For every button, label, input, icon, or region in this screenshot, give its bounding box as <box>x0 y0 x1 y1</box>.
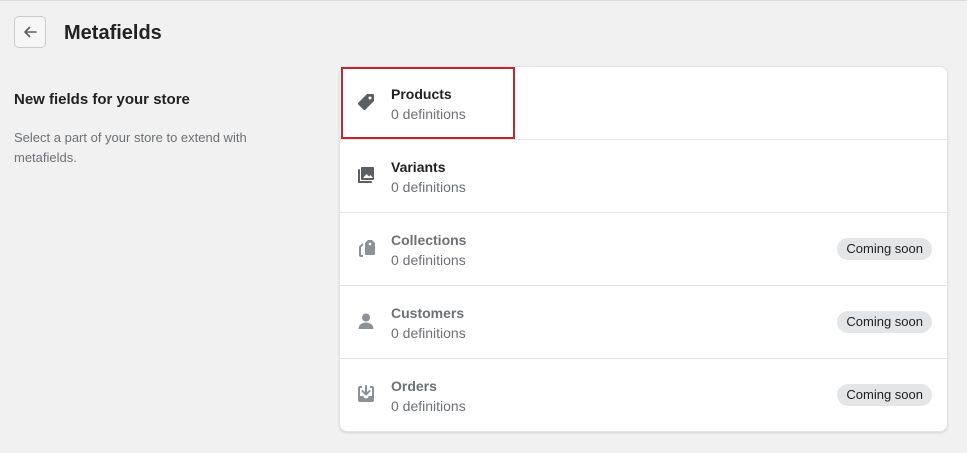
resource-item-collections[interactable]: Collections 0 definitions Coming soon <box>340 213 947 286</box>
item-subtitle: 0 definitions <box>391 398 466 414</box>
item-subtitle: 0 definitions <box>391 106 466 122</box>
customer-icon <box>355 310 377 332</box>
resource-item-variants[interactable]: Variants 0 definitions <box>340 140 947 213</box>
item-subtitle: 0 definitions <box>391 325 466 341</box>
back-button[interactable] <box>14 16 46 48</box>
item-title: Products <box>391 86 452 102</box>
item-title: Orders <box>391 378 437 394</box>
orders-icon <box>355 383 377 405</box>
coming-soon-badge: Coming soon <box>837 311 932 333</box>
item-subtitle: 0 definitions <box>391 179 466 195</box>
resource-list-card: Products 0 definitions Variants 0 defini… <box>339 66 948 432</box>
resource-item-products[interactable]: Products 0 definitions <box>340 67 947 140</box>
item-title: Variants <box>391 159 446 175</box>
tag-icon <box>355 91 377 113</box>
collections-icon <box>355 237 377 259</box>
resource-item-orders[interactable]: Orders 0 definitions Coming soon <box>340 359 947 431</box>
section-heading: New fields for your store <box>14 91 190 108</box>
coming-soon-badge: Coming soon <box>837 238 932 260</box>
coming-soon-badge: Coming soon <box>837 384 932 406</box>
item-title: Collections <box>391 232 467 248</box>
page-title: Metafields <box>64 22 162 44</box>
item-subtitle: 0 definitions <box>391 252 466 268</box>
resource-item-customers[interactable]: Customers 0 definitions Coming soon <box>340 286 947 359</box>
item-title: Customers <box>391 305 465 321</box>
arrow-left-icon <box>24 26 37 38</box>
section-description: Select a part of your store to extend wi… <box>14 130 247 165</box>
top-border <box>0 0 967 1</box>
variants-icon <box>355 164 377 186</box>
